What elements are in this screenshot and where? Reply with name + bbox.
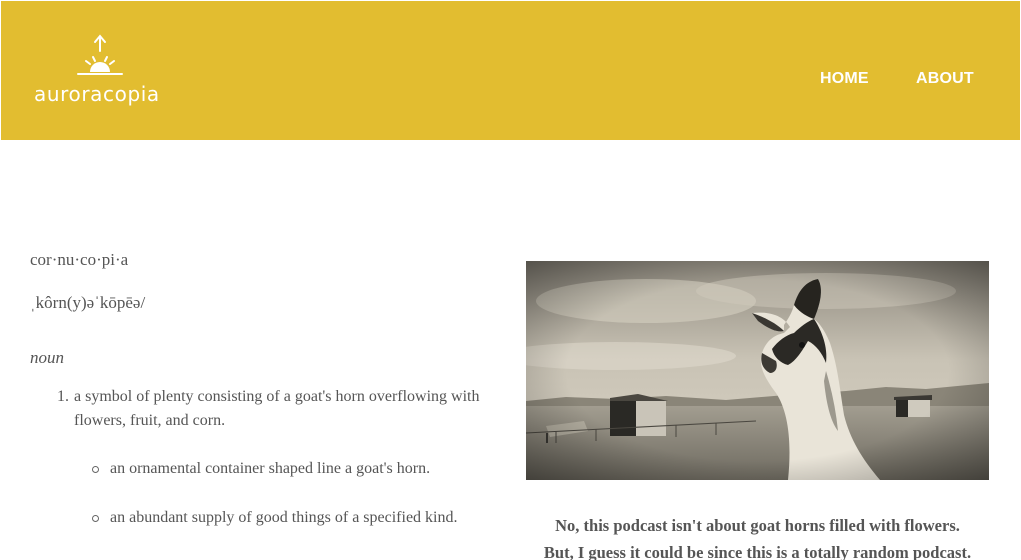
pronunciation: ˌkôrn(y)əˈkōpēə/ xyxy=(30,293,146,312)
circle-bullet-icon xyxy=(92,466,99,473)
headword: cor·nu·co·pi·a xyxy=(30,250,129,269)
subsense-text: an abundant supply of good things of a s… xyxy=(110,509,458,526)
goat-photo xyxy=(526,261,989,480)
brand-name: auroracopia xyxy=(34,82,160,106)
podcast-caption: No, this podcast isn't about goat horns … xyxy=(505,512,1010,560)
sense-number: 1. xyxy=(57,388,69,405)
caption-line: No, this podcast isn't about goat horns … xyxy=(555,516,960,535)
nav-home-link[interactable]: HOME xyxy=(820,69,869,89)
site-logo[interactable]: auroracopia xyxy=(34,33,174,113)
nav-about-link[interactable]: ABOUT xyxy=(916,69,974,89)
part-of-speech: noun xyxy=(30,348,64,367)
circle-bullet-icon xyxy=(92,515,99,522)
site-header: auroracopia HOME ABOUT xyxy=(1,1,1020,140)
caption-line: But, I guess it could be since this is a… xyxy=(543,543,972,560)
sense-text: a symbol of plenty consisting of a goat'… xyxy=(74,388,480,429)
subsense-text: an ornamental container shaped line a go… xyxy=(110,460,431,477)
sunrise-arrow-icon xyxy=(76,33,124,77)
